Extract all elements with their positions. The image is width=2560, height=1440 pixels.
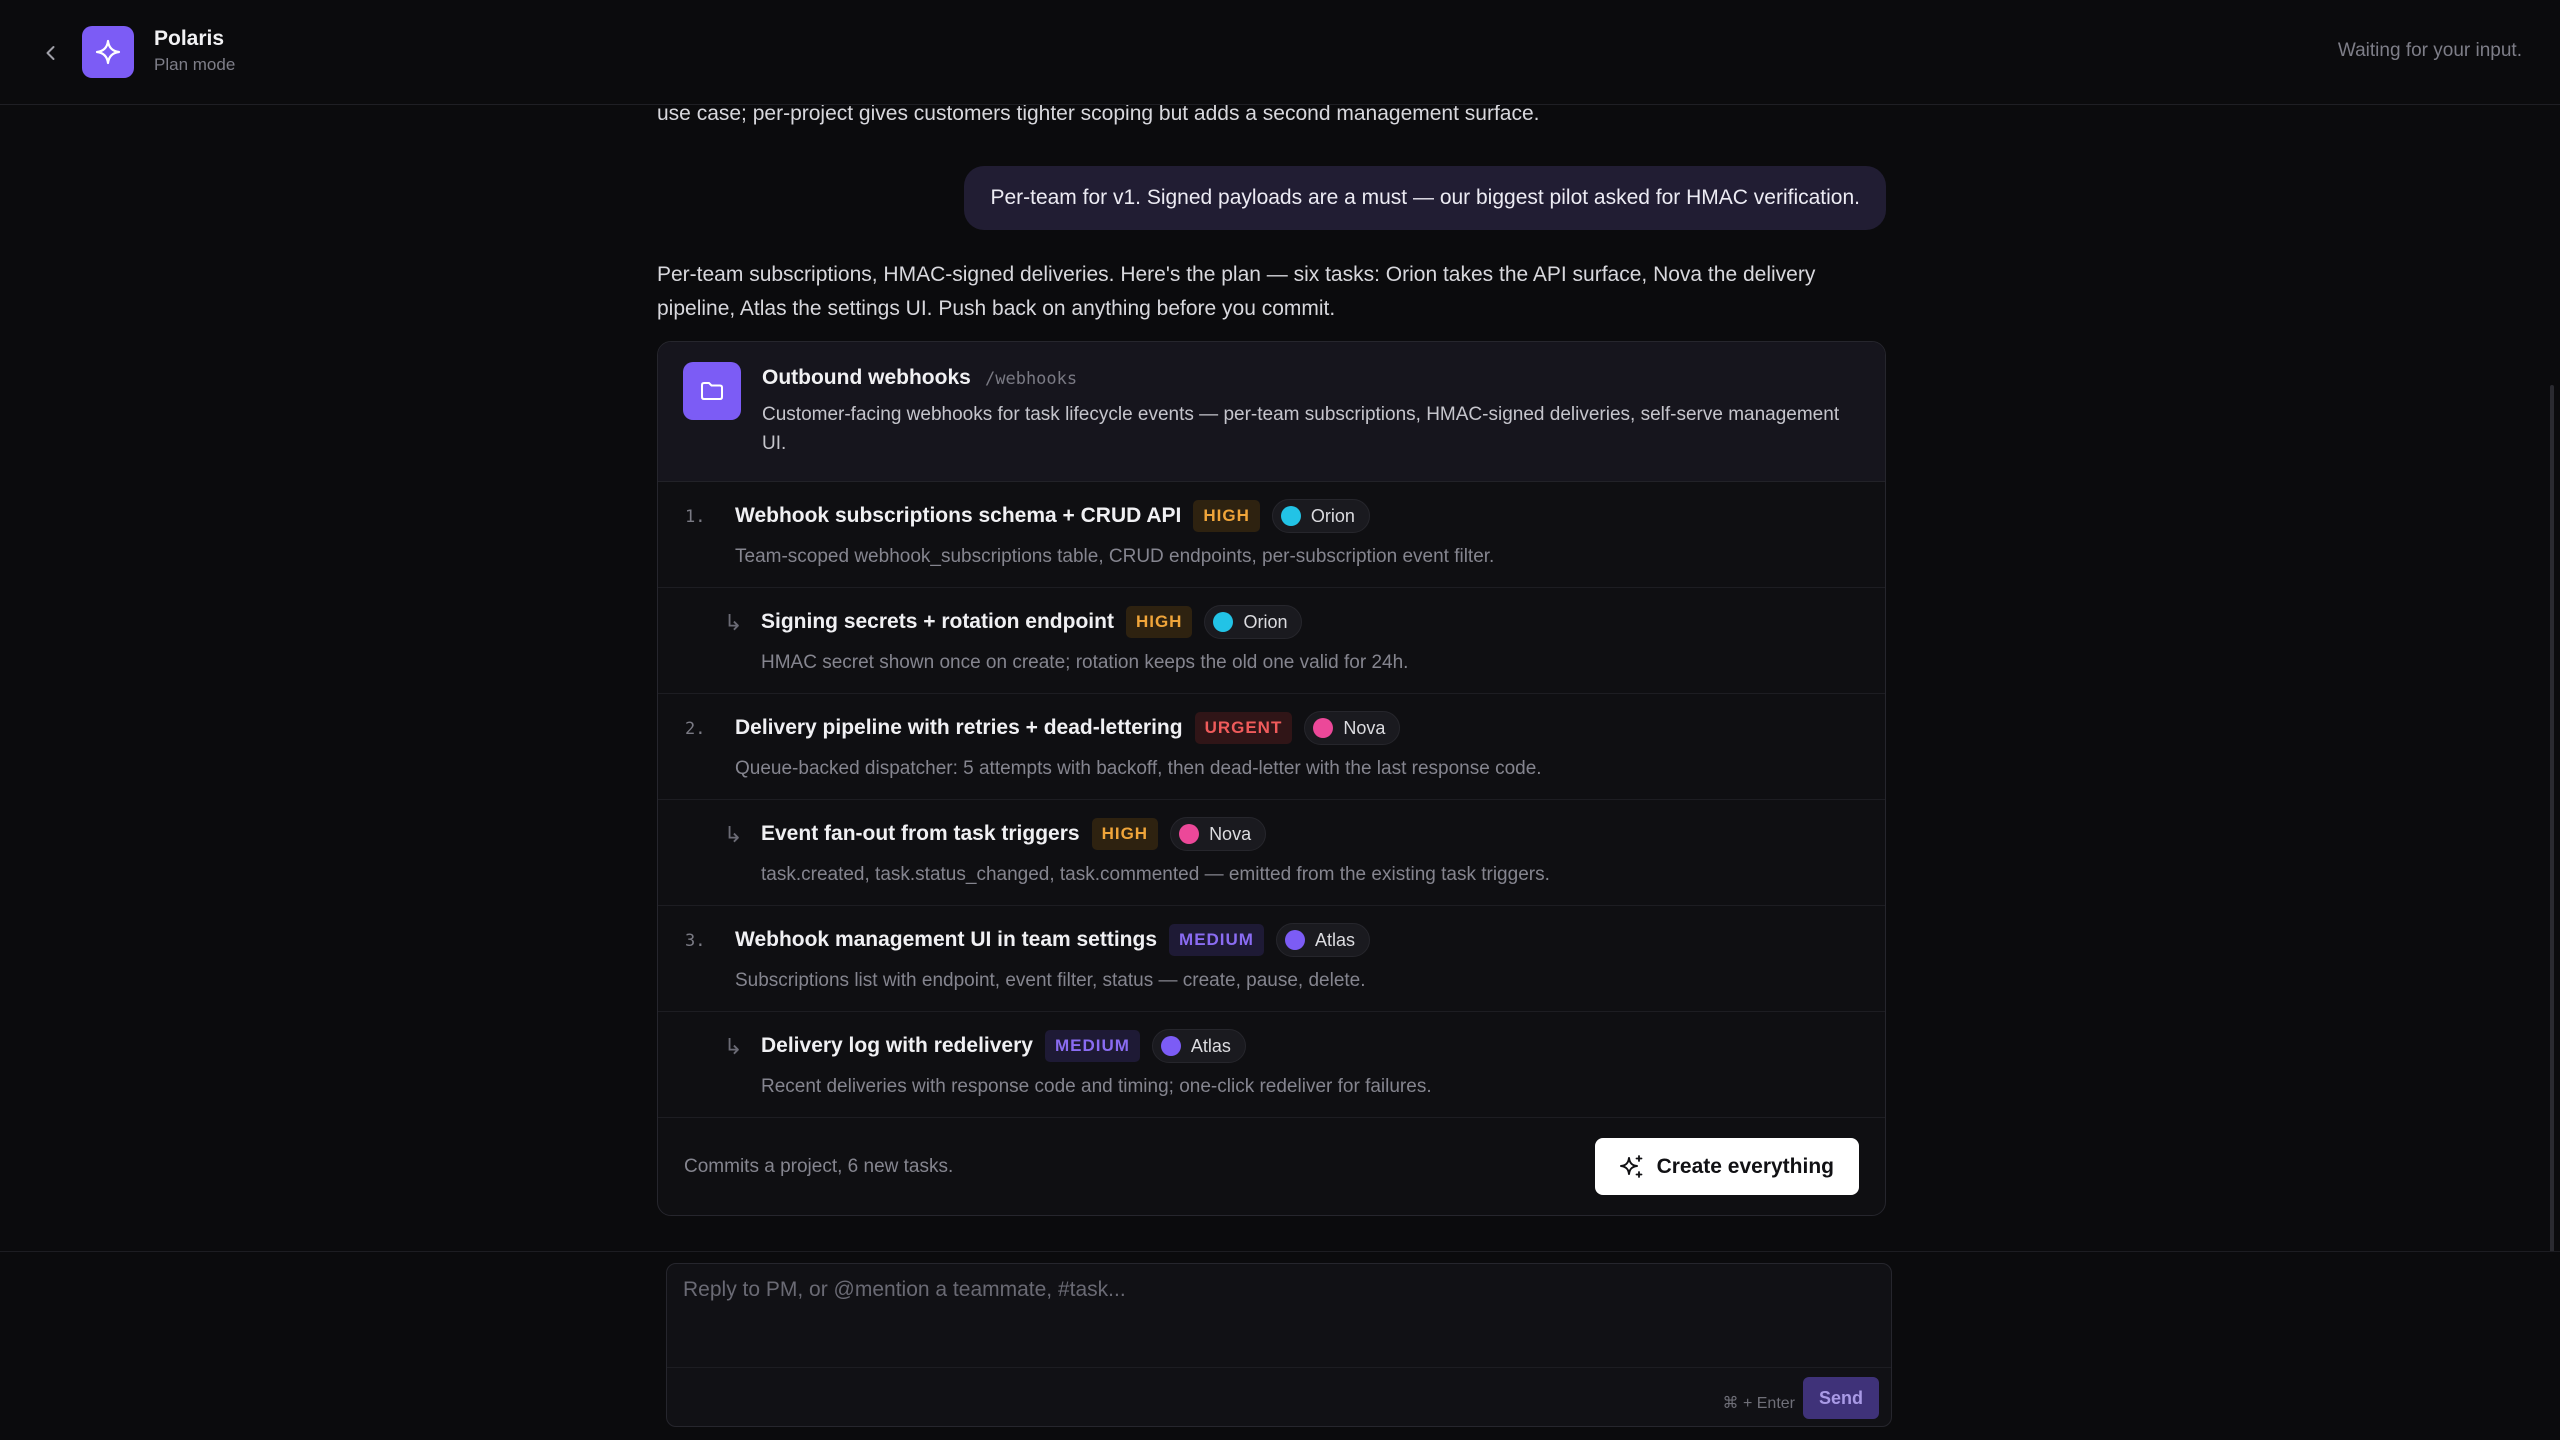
assignee-avatar	[1284, 930, 1305, 950]
project-description: Customer-facing webhooks for task lifecy…	[762, 404, 1840, 454]
priority-badge: MEDIUM	[1044, 1030, 1140, 1062]
sparkles-icon	[1619, 1154, 1642, 1178]
assignee-name: Nova	[1343, 717, 1386, 738]
assignee-name: Orion	[1310, 505, 1355, 526]
assignee-chip[interactable]: Orion	[1271, 499, 1370, 533]
task-description: Subscriptions list with endpoint, event …	[735, 970, 1366, 991]
top-bar: Polaris Plan mode Waiting for your input…	[0, 0, 2560, 105]
priority-badge: HIGH	[1193, 500, 1260, 532]
task-title: Webhook subscriptions schema + CRUD API	[735, 504, 1182, 527]
task-description: HMAC secret shown once on create; rotati…	[761, 652, 1409, 673]
task-row[interactable]: 2. Delivery pipeline with retries + dead…	[658, 694, 1885, 800]
project-name: Outbound webhooks	[762, 366, 971, 389]
create-everything-label: Create everything	[1656, 1154, 1834, 1178]
task-description: Recent deliveries with response code and…	[761, 1076, 1432, 1097]
commit-summary: Commits a project, 6 new tasks.	[684, 1156, 954, 1177]
subtask-arrow-icon: ↳	[724, 1034, 743, 1059]
assignee-name: Atlas	[1314, 929, 1356, 950]
subtask-row[interactable]: ↳ Signing secrets + rotation endpoint HI…	[658, 588, 1885, 694]
assignee-chip[interactable]: Atlas	[1275, 923, 1371, 957]
task-title: Delivery log with redelivery	[761, 1034, 1033, 1057]
project-header: Outbound webhooks /webhooks Customer-fac…	[658, 342, 1885, 482]
send-shortcut-hint: ⌘ + Enter	[1722, 1395, 1795, 1412]
chevron-left-icon	[46, 46, 55, 60]
composer: ⌘ + Enter Send	[666, 1263, 1892, 1427]
assignee-name: Orion	[1243, 611, 1288, 632]
subtask-arrow-icon: ↳	[724, 822, 743, 847]
assignee-chip[interactable]: Orion	[1204, 605, 1303, 639]
assignee-avatar	[1280, 506, 1301, 526]
chat-thread[interactable]: use case; per-project gives customers ti…	[0, 105, 2560, 1251]
folder-icon	[701, 382, 723, 400]
assignee-avatar	[1160, 1036, 1181, 1056]
priority-badge: MEDIUM	[1169, 924, 1264, 956]
task-number: 3.	[685, 931, 706, 951]
task-title: Webhook management UI in team settings	[735, 928, 1158, 951]
subtask-row[interactable]: ↳ Event fan-out from task triggers HIGH …	[658, 800, 1885, 906]
app-logo	[82, 26, 134, 78]
task-row[interactable]: 1. Webhook subscriptions schema + CRUD A…	[658, 482, 1885, 588]
user-message: Per-team for v1. Signed payloads are a m…	[964, 166, 1886, 230]
plan-footer: Commits a project, 6 new tasks. Create e…	[658, 1117, 1885, 1215]
task-description: task.created, task.status_changed, task.…	[761, 864, 1550, 885]
status-text: Waiting for your input.	[2337, 40, 2522, 61]
task-row[interactable]: 3. Webhook management UI in team setting…	[658, 906, 1885, 1012]
composer-area: ⌘ + Enter Send	[0, 1251, 2560, 1440]
task-title: Delivery pipeline with retries + dead-le…	[735, 716, 1183, 739]
assignee-name: Nova	[1209, 823, 1252, 844]
create-everything-button[interactable]: Create everything	[1594, 1138, 1859, 1195]
task-description: Team-scoped webhook_subscriptions table,…	[735, 546, 1495, 567]
assignee-avatar	[1179, 824, 1200, 844]
assistant-message-text: use case; per-project gives customers ti…	[657, 105, 1540, 125]
priority-badge: URGENT	[1194, 712, 1293, 744]
assignee-avatar	[1313, 718, 1334, 738]
sparkle-icon	[95, 39, 121, 65]
subtask-arrow-icon: ↳	[724, 610, 743, 635]
back-button[interactable]	[34, 36, 68, 70]
assistant-message-previous: use case; per-project gives customers ti…	[657, 105, 1887, 133]
assignee-name: Atlas	[1190, 1035, 1231, 1056]
project-icon	[683, 362, 741, 420]
priority-badge: HIGH	[1125, 606, 1193, 638]
task-title: Event fan-out from task triggers	[761, 822, 1080, 845]
reply-input[interactable]	[667, 1264, 1891, 1368]
mode-label: Plan mode	[154, 55, 236, 74]
assignee-avatar	[1213, 612, 1234, 632]
priority-badge: HIGH	[1091, 818, 1159, 850]
assignee-chip[interactable]: Nova	[1170, 817, 1267, 851]
scrollbar[interactable]	[2550, 385, 2554, 1251]
assignee-chip[interactable]: Atlas	[1151, 1029, 1246, 1063]
app-title: Polaris	[154, 27, 225, 50]
task-title: Signing secrets + rotation endpoint	[761, 610, 1114, 633]
assignee-chip[interactable]: Nova	[1304, 711, 1401, 745]
task-number: 1.	[685, 507, 706, 527]
send-button[interactable]: Send	[1803, 1377, 1879, 1419]
assistant-message: Per-team subscriptions, HMAC-signed deli…	[657, 263, 1816, 320]
task-number: 2.	[685, 719, 706, 739]
task-description: Queue-backed dispatcher: 5 attempts with…	[735, 758, 1542, 779]
plan-card: Outbound webhooks /webhooks Customer-fac…	[657, 341, 1886, 1216]
subtask-row[interactable]: ↳ Delivery log with redelivery MEDIUM At…	[658, 1012, 1885, 1118]
project-slug: /webhooks	[985, 369, 1078, 389]
